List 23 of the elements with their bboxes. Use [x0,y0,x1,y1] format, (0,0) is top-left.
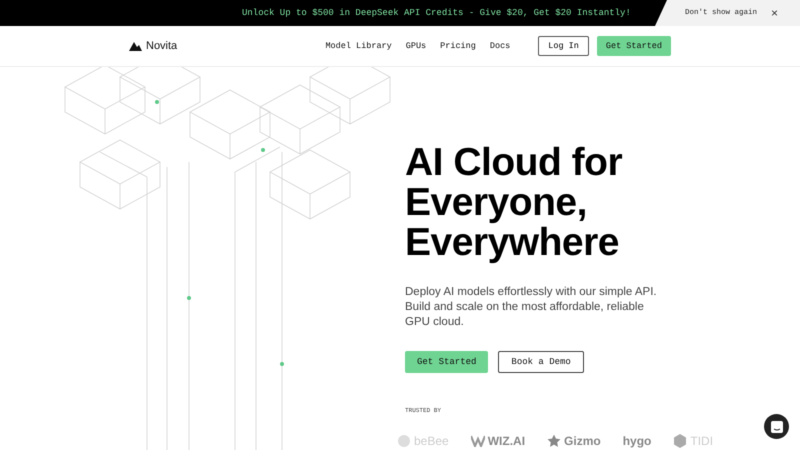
close-button[interactable]: × [771,6,778,20]
star-icon [547,434,562,448]
circle-icon [397,434,411,448]
nav-link[interactable]: GPUs [406,41,426,51]
company-logo-name: hygo [622,434,652,448]
company-logo-name: Gizmo [564,434,601,448]
log-in-button[interactable]: Log In [538,36,589,56]
get-started-button[interactable]: Get Started [596,36,671,56]
logo-icon [129,42,142,50]
w-mark-icon [470,435,485,447]
brand-name[interactable]: Novita [146,40,178,52]
nav-link[interactable]: Pricing [440,41,476,51]
nav-link[interactable]: Docs [490,41,510,51]
promo-message: Unlock Up to $500 in DeepSeek API Credits - Give $20, Get $20 Instantly! [242,8,631,18]
nav-link[interactable]: Model Library [325,41,392,51]
hero-title: AI Cloud for Everyone, Everywhere [405,143,622,263]
hexagon-icon [673,434,688,448]
company-logo-name: WIZ.AI [488,434,526,448]
hero-subtitle: Deploy AI models effortlessly with our simple API. Build and scale on the most affordable, reliable GPU cloud. [405,285,658,330]
get-started-button[interactable]: Get Started [405,351,488,373]
chat-button[interactable] [764,414,789,439]
book-demo-button[interactable]: Book a Demo [498,351,584,373]
chat-icon [770,420,784,434]
